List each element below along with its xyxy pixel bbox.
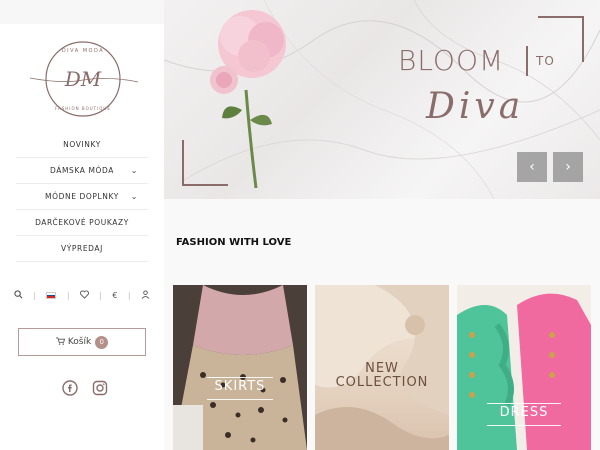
cart-count-badge: 0 xyxy=(95,335,109,349)
heart-icon[interactable] xyxy=(79,290,89,301)
sidebar: DM DIVA MODA FASHION BOUTIQUE NOVINKY DÁ… xyxy=(0,0,164,450)
currency-selector[interactable]: € xyxy=(112,291,117,300)
main-nav: NOVINKY DÁMSKA MÓDA ⌄ MÓDNE DOPLNKY ⌄ DA… xyxy=(16,132,148,262)
utility-bar: | | | € | xyxy=(14,290,150,301)
chevron-down-icon[interactable]: ⌄ xyxy=(131,192,138,201)
card-label-line xyxy=(207,377,273,378)
divider: | xyxy=(127,291,131,300)
cart-label: Košík xyxy=(67,337,92,347)
logo-bottom-text: FASHION BOUTIQUE xyxy=(55,106,111,111)
card-label-line1: NEW xyxy=(365,361,399,376)
skirts-image xyxy=(173,285,307,450)
instagram-icon[interactable] xyxy=(92,380,108,396)
card-label-line xyxy=(487,403,561,404)
slider-prev-button[interactable]: ‹ xyxy=(517,152,547,182)
hero-frame-corner xyxy=(182,140,228,186)
nav-item-damska-moda[interactable]: DÁMSKA MÓDA ⌄ xyxy=(16,158,148,184)
logo-top-text: DIVA MODA xyxy=(62,48,104,54)
card-label-line xyxy=(207,399,273,400)
logo-graphic: DM DIVA MODA FASHION BOUTIQUE xyxy=(29,41,139,117)
card-label: SKIRTS xyxy=(214,379,266,394)
social-links xyxy=(62,380,108,396)
hero-title-suffix: TO xyxy=(536,54,555,68)
nav-item-vypredaj[interactable]: VÝPREDAJ xyxy=(16,236,148,262)
sk-flag-icon[interactable] xyxy=(46,292,57,299)
nav-item-darcekove-poukazy[interactable]: DARČEKOVÉ POUKAZY xyxy=(16,210,148,236)
card-label-line2: COLLECTION xyxy=(335,375,429,390)
chevron-right-icon: › xyxy=(565,159,571,175)
search-icon[interactable] xyxy=(14,290,23,301)
card-label: DRESS xyxy=(499,405,549,420)
category-card-new-collection[interactable]: NEW COLLECTION xyxy=(315,285,449,450)
logo[interactable]: DM DIVA MODA FASHION BOUTIQUE xyxy=(22,38,144,120)
chevron-down-icon[interactable]: ⌄ xyxy=(131,166,138,175)
user-icon[interactable] xyxy=(141,290,150,301)
nav-item-label: DÁMSKA MÓDA xyxy=(49,166,115,175)
nav-item-label: MÓDNE DOPLNKY xyxy=(45,192,119,201)
chevron-left-icon: ‹ xyxy=(529,159,535,175)
hero-script-text: Diva xyxy=(426,86,525,127)
divider: | xyxy=(66,291,70,300)
category-card-dress[interactable]: DRESS xyxy=(457,285,591,450)
facebook-icon[interactable] xyxy=(62,380,78,396)
cart-icon xyxy=(55,336,65,348)
hero-title: BLOOM xyxy=(398,44,505,77)
logo-monogram: DM xyxy=(64,67,102,91)
nav-item-label: VÝPREDAJ xyxy=(61,244,103,253)
category-card-skirts[interactable]: SKIRTS xyxy=(173,285,307,450)
card-label-line xyxy=(487,425,561,426)
nav-item-label: NOVINKY xyxy=(63,140,101,149)
divider: | xyxy=(33,291,37,300)
nav-item-label: DARČEKOVÉ POUKAZY xyxy=(35,218,129,227)
nav-item-novinky[interactable]: NOVINKY xyxy=(16,132,148,158)
divider: | xyxy=(99,291,102,300)
hero-banner[interactable]: BLOOM TO Diva ‹ › xyxy=(164,0,600,199)
nav-item-modne-doplnky[interactable]: MÓDNE DOPLNKY ⌄ xyxy=(16,184,148,210)
sidebar-topbar xyxy=(0,0,164,24)
cart-button[interactable]: Košík 0 xyxy=(18,328,146,356)
section-title: FASHION WITH LOVE xyxy=(176,237,292,248)
slider-next-button[interactable]: › xyxy=(553,152,583,182)
hero-title-divider xyxy=(526,46,528,76)
